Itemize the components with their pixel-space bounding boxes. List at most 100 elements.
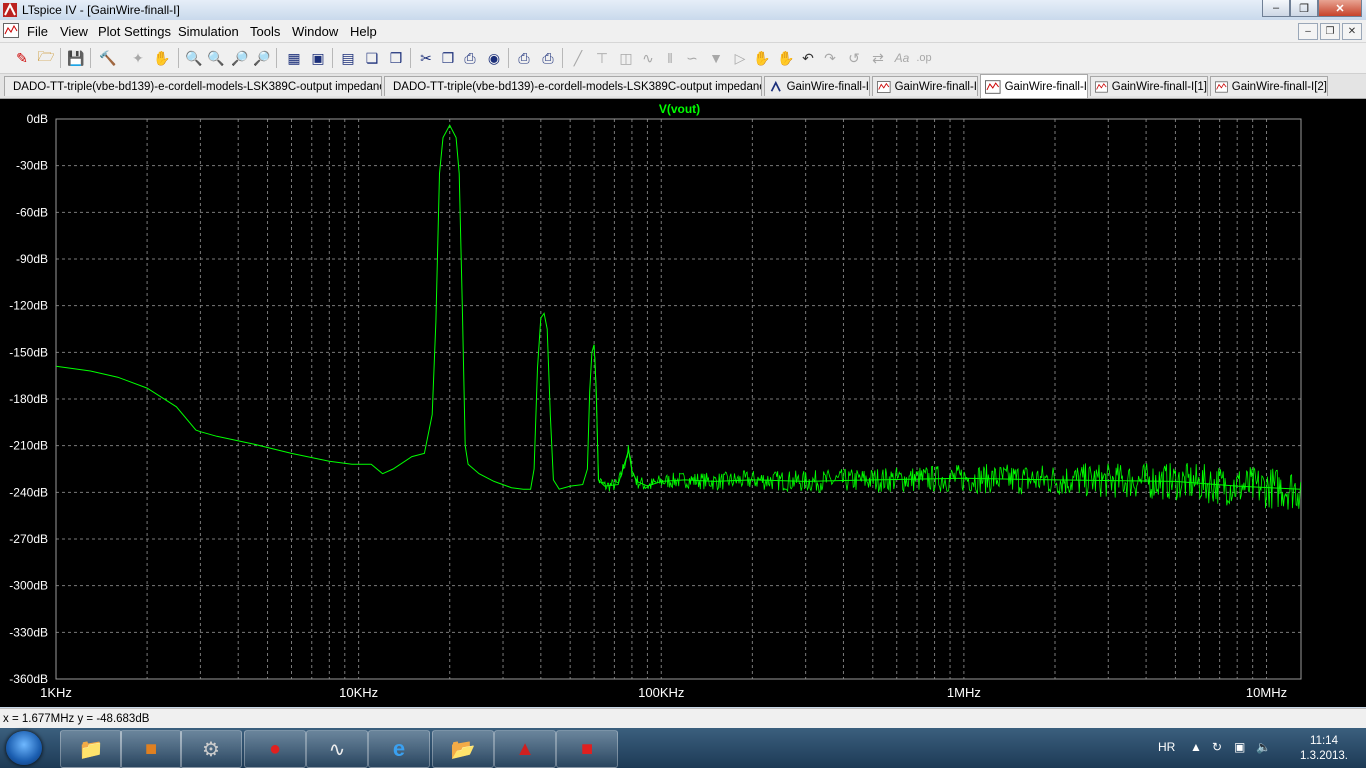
waveform-plot-pane[interactable]: 0dB -30dB -60dB -90dB -120dB -150dB -180dB -210… <box>0 99 1366 707</box>
menu-view[interactable]: View <box>60 24 88 39</box>
child-close-button[interactable]: ✕ <box>1342 23 1362 40</box>
explorer-taskbar-icon[interactable]: 📁 <box>60 730 122 768</box>
rotate-icon[interactable]: ↺ <box>844 48 864 68</box>
child-restore-button[interactable]: ❐ <box>1320 23 1340 40</box>
move-icon[interactable]: ✋ <box>752 48 772 68</box>
capacitor-icon[interactable]: ‖ <box>660 48 680 68</box>
run-icon[interactable]: ✦ <box>128 48 148 68</box>
place-cursor-icon[interactable]: ▣ <box>308 48 328 68</box>
tab-schematic-dado-1[interactable]: DADO-TT-triple(vbe-bd139)-e-cordell-mode… <box>4 76 382 96</box>
diode-icon[interactable]: ▼ <box>706 48 726 68</box>
spice-directive-icon[interactable]: .op <box>914 48 934 68</box>
volume-icon[interactable]: 🔈 <box>1256 740 1271 754</box>
tab-waveform-gainwire[interactable]: GainWire-finall-I <box>872 76 978 96</box>
tool-taskbar-icon[interactable]: ⚙ <box>180 730 242 768</box>
tab-label: GainWire-finall-I <box>894 80 977 93</box>
ie-taskbar-icon[interactable]: e <box>368 730 430 768</box>
chart-grid <box>56 119 1301 679</box>
zoom-full-icon[interactable]: 🔎 <box>252 48 272 68</box>
autorange-icon[interactable]: ▦ <box>284 48 304 68</box>
zoom-area-icon[interactable]: 🔍 <box>184 48 204 68</box>
waveform-icon <box>1215 80 1228 93</box>
clock-time: 11:14 <box>1310 735 1338 747</box>
ground-icon[interactable]: ⊤ <box>592 48 612 68</box>
tab-waveform-gainwire-active[interactable]: GainWire-finall-I <box>980 74 1088 98</box>
cut-icon[interactable]: ✂ <box>416 48 436 68</box>
minimize-button[interactable]: – <box>1262 0 1290 17</box>
component-icon[interactable]: ▷ <box>730 48 750 68</box>
wire-icon[interactable]: ╱ <box>568 48 588 68</box>
redo-icon[interactable]: ↷ <box>820 48 840 68</box>
pan-icon[interactable]: 🔍 <box>206 48 226 68</box>
language-indicator[interactable]: HR <box>1158 740 1175 754</box>
drag-icon[interactable]: ✋ <box>776 48 796 68</box>
folders-taskbar-icon[interactable]: 📂 <box>432 730 494 768</box>
child-minimize-button[interactable]: – <box>1298 23 1318 40</box>
copy-icon[interactable]: ❐ <box>438 48 458 68</box>
control-panel-icon[interactable]: 🔨 <box>98 48 118 68</box>
x-tick-label: 10KHz <box>339 685 378 700</box>
y-tick-label: -210dB <box>9 439 48 453</box>
new-schematic-icon[interactable]: ✎ <box>12 48 32 68</box>
tile-horizontal-icon[interactable]: ▤ <box>338 48 358 68</box>
tab-label: GainWire-finall-I[1] <box>1111 80 1207 93</box>
menu-bar: File View Plot Settings Simulation Tools… <box>0 20 1366 43</box>
cascade-icon[interactable]: ❏ <box>362 48 382 68</box>
text-icon[interactable]: Aa <box>892 48 912 68</box>
tab-waveform-gainwire-1[interactable]: GainWire-finall-I[1] <box>1090 76 1208 96</box>
ltspice-taskbar-icon[interactable]: ▲ <box>494 730 556 768</box>
update-icon[interactable]: ↻ <box>1212 740 1226 754</box>
trace-label-vout[interactable]: V(vout) <box>659 102 700 116</box>
menu-file[interactable]: File <box>27 24 48 39</box>
y-tick-label: -60dB <box>16 205 48 219</box>
halt-icon[interactable]: ✋ <box>152 48 172 68</box>
save-icon[interactable]: 💾 <box>66 48 86 68</box>
waveform-icon <box>985 79 1001 94</box>
status-bar: x = 1.677MHz y = -48.683dB <box>0 708 1366 729</box>
label-net-icon[interactable]: ◫ <box>616 48 636 68</box>
network-icon[interactable]: ▣ <box>1234 740 1248 754</box>
trace-vout[interactable] <box>55 124 1302 490</box>
maximize-button[interactable]: ❐ <box>1290 0 1318 17</box>
open-folder-icon[interactable]: 🗁 <box>36 48 56 68</box>
waveform-doc-icon[interactable] <box>3 23 19 38</box>
app-taskbar-icon[interactable]: ■ <box>120 730 182 768</box>
tab-schematic-gainwire[interactable]: GainWire-finall-I <box>764 76 870 96</box>
menu-window[interactable]: Window <box>292 24 338 39</box>
tab-waveform-gainwire-2[interactable]: GainWire-finall-I[2] <box>1210 76 1328 96</box>
menu-tools[interactable]: Tools <box>250 24 280 39</box>
security-taskbar-icon[interactable]: ● <box>244 730 306 768</box>
system-tray: HR ▲ ↻ ▣ 🔈 11:14 1.3.2013. <box>1146 728 1366 768</box>
show-hidden-icons-icon[interactable]: ▲ <box>1190 740 1204 754</box>
y-tick-label: -240dB <box>9 485 48 499</box>
start-button[interactable] <box>6 731 42 765</box>
schematic-icon <box>770 80 781 92</box>
pdf-taskbar-icon[interactable]: ■ <box>556 730 618 768</box>
paste-icon[interactable]: ⎙ <box>460 48 480 68</box>
scope-taskbar-icon[interactable]: ∿ <box>306 730 368 768</box>
menu-help[interactable]: Help <box>350 24 377 39</box>
zoom-out-icon[interactable]: 🔎 <box>230 48 250 68</box>
tab-waveform-dado-2[interactable]: DADO-TT-triple(vbe-bd139)-e-cordell-mode… <box>384 76 762 96</box>
x-tick-label: 100KHz <box>638 685 684 700</box>
undo-icon[interactable]: ↶ <box>798 48 818 68</box>
fft-chart[interactable]: 0dB -30dB -60dB -90dB -120dB -150dB -180dB -210… <box>0 99 1366 707</box>
mirror-icon[interactable]: ⇄ <box>868 48 888 68</box>
inductor-icon[interactable]: ∽ <box>682 48 702 68</box>
print-setup-icon[interactable]: ⎙ <box>514 48 534 68</box>
close-all-icon[interactable]: ❒ <box>386 48 406 68</box>
find-icon[interactable]: ◉ <box>484 48 504 68</box>
waveform-icon <box>877 80 891 93</box>
x-tick-label: 10MHz <box>1246 685 1287 700</box>
y-tick-label: -120dB <box>9 299 48 313</box>
menu-simulation[interactable]: Simulation <box>178 24 239 39</box>
clock[interactable]: 11:14 1.3.2013. <box>1300 734 1348 764</box>
x-tick-label: 1KHz <box>40 685 72 700</box>
resistor-icon[interactable]: ∿ <box>638 48 658 68</box>
print-icon[interactable]: ⎙ <box>538 48 558 68</box>
tab-label: DADO-TT-triple(vbe-bd139)-e-cordell-mode… <box>393 80 762 93</box>
toolbar: ✎ 🗁 💾 🔨 ✦ ✋ 🔍 🔍 🔎 🔎 ▦ ▣ ▤ ❏ ❒ ✂ ❐ ⎙ ◉ ⎙ … <box>0 43 1366 74</box>
close-button[interactable]: ✕ <box>1318 0 1362 17</box>
menu-plot-settings[interactable]: Plot Settings <box>98 24 171 39</box>
x-tick-label: 1MHz <box>947 685 981 700</box>
